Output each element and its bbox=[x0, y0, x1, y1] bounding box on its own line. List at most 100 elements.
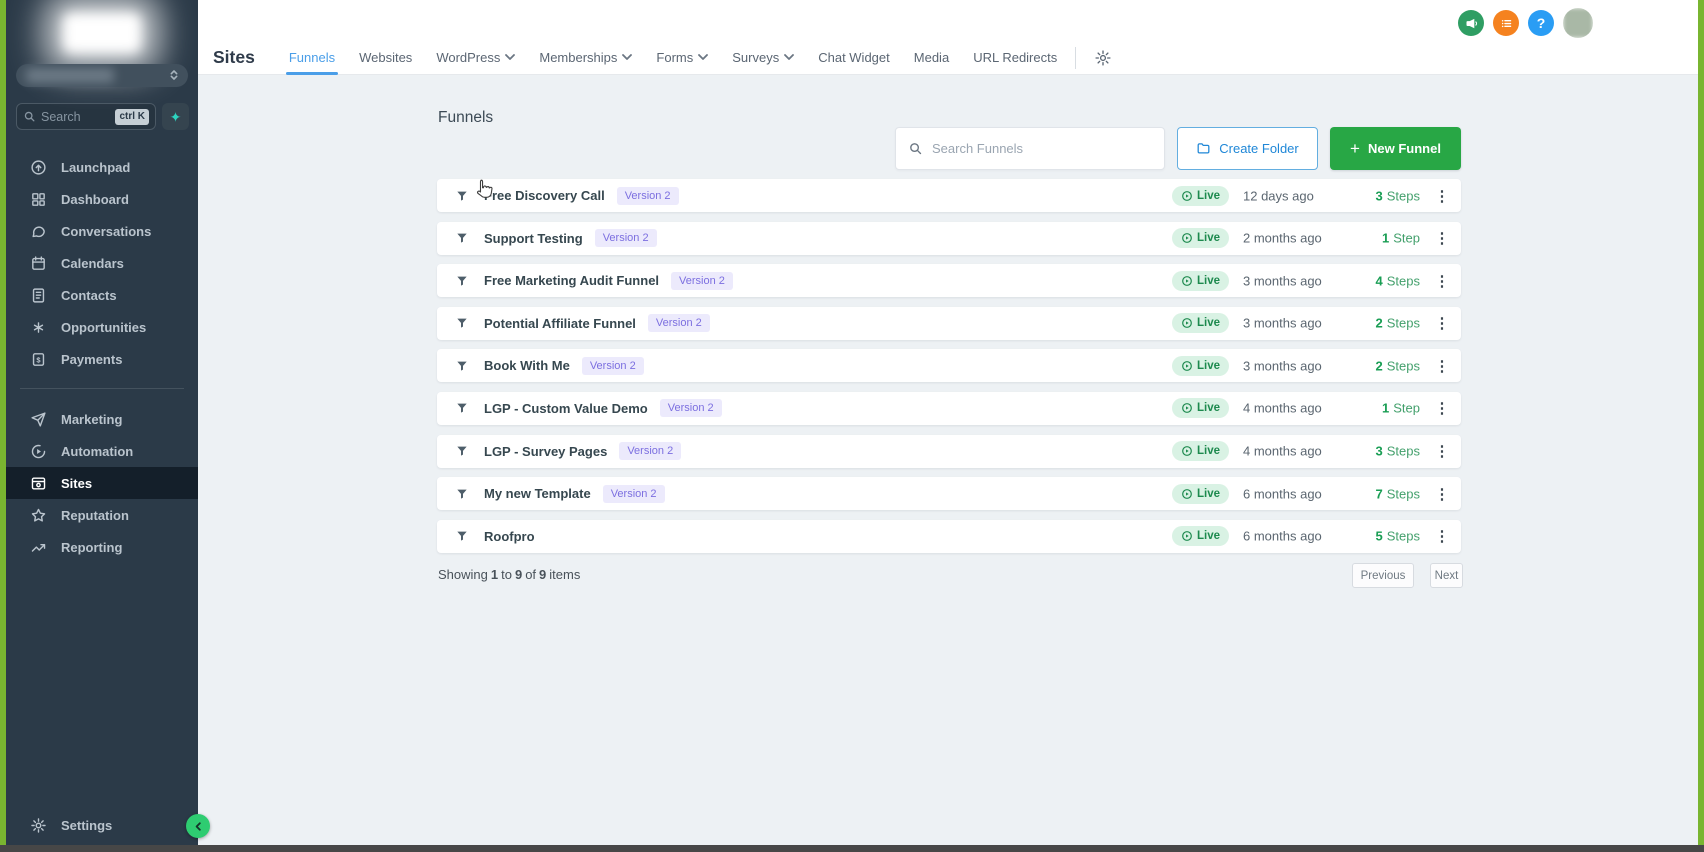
previous-page-button[interactable]: Previous bbox=[1352, 563, 1414, 588]
sidebar-item-opportunities[interactable]: Opportunities bbox=[6, 311, 198, 343]
tab-funnels[interactable]: Funnels bbox=[285, 40, 339, 75]
tab-memberships[interactable]: Memberships bbox=[539, 40, 633, 75]
row-menu-button[interactable]: ⋮ bbox=[1434, 357, 1450, 375]
tasks-list-button[interactable] bbox=[1493, 10, 1519, 36]
tab-label: Chat Widget bbox=[818, 50, 890, 65]
funnel-row[interactable]: Roofpro Live 6 months ago 5 Steps ⋮ bbox=[437, 519, 1461, 553]
live-label: Live bbox=[1197, 189, 1221, 202]
funnel-row[interactable]: My new Template Version 2 Live 6 months … bbox=[437, 477, 1461, 511]
sparkle-icon: ✦ bbox=[169, 108, 182, 125]
funnel-row[interactable]: Book With Me Version 2 Live 3 months ago… bbox=[437, 349, 1461, 383]
sidebar-item-label: Marketing bbox=[61, 411, 123, 427]
funnel-name[interactable]: My new Template bbox=[484, 486, 591, 501]
funnel-filter-icon bbox=[455, 401, 469, 415]
steps-count[interactable]: 1 Step bbox=[1317, 231, 1420, 246]
sidebar-item-automation[interactable]: Automation bbox=[6, 435, 198, 467]
live-label: Live bbox=[1197, 402, 1221, 415]
sidebar-item-label: Calendars bbox=[61, 255, 124, 271]
sidebar-item-dashboard[interactable]: Dashboard bbox=[6, 183, 198, 215]
funnel-name[interactable]: Support Testing bbox=[484, 231, 583, 246]
funnel-row[interactable]: Support Testing Version 2 Live 2 months … bbox=[437, 221, 1461, 255]
row-menu-button[interactable]: ⋮ bbox=[1434, 399, 1450, 417]
sidebar-item-sites[interactable]: Sites bbox=[6, 467, 198, 499]
announcements-button[interactable] bbox=[1458, 10, 1484, 36]
sidebar-item-reputation[interactable]: Reputation bbox=[6, 499, 198, 531]
tab-websites[interactable]: Websites bbox=[359, 40, 412, 75]
funnel-name[interactable]: Book With Me bbox=[484, 358, 570, 373]
row-menu-button[interactable]: ⋮ bbox=[1434, 485, 1450, 503]
steps-count[interactable]: 3 Steps bbox=[1317, 188, 1420, 203]
tab-label: Funnels bbox=[288, 50, 336, 65]
steps-count[interactable]: 5 Steps bbox=[1317, 529, 1420, 544]
tab-chat-widget[interactable]: Chat Widget bbox=[818, 40, 890, 75]
sidebar-item-contacts[interactable]: Contacts bbox=[6, 279, 198, 311]
steps-count[interactable]: 1 Step bbox=[1317, 401, 1420, 416]
updated-date: 6 months ago bbox=[1243, 528, 1322, 544]
row-menu-button[interactable]: ⋮ bbox=[1434, 527, 1450, 545]
sidebar-item-launchpad[interactable]: Launchpad bbox=[6, 151, 198, 183]
search-funnels-input[interactable] bbox=[932, 141, 1152, 156]
funnel-row[interactable]: Potential Affiliate Funnel Version 2 Liv… bbox=[437, 306, 1461, 340]
steps-count[interactable]: 4 Steps bbox=[1317, 273, 1420, 288]
tab-forms[interactable]: Forms bbox=[656, 40, 709, 75]
funnel-name[interactable]: Free Marketing Audit Funnel bbox=[484, 273, 659, 288]
next-page-button[interactable]: Next bbox=[1430, 563, 1463, 588]
sidebar-search-input[interactable] bbox=[41, 109, 111, 124]
opportunities-icon bbox=[33, 321, 44, 333]
funnel-row[interactable]: LGP - Survey Pages Version 2 Live 4 mont… bbox=[437, 434, 1461, 468]
funnel-name[interactable]: Potential Affiliate Funnel bbox=[484, 316, 636, 331]
sidebar-item-settings[interactable]: Settings bbox=[6, 810, 198, 840]
row-menu-button[interactable]: ⋮ bbox=[1434, 229, 1450, 247]
search-funnels-box[interactable] bbox=[895, 127, 1165, 170]
question-mark-icon: ? bbox=[1536, 15, 1546, 31]
create-folder-button[interactable]: Create Folder bbox=[1177, 127, 1318, 170]
create-folder-label: Create Folder bbox=[1219, 141, 1299, 156]
tab-media[interactable]: Media bbox=[914, 40, 949, 75]
steps-count[interactable]: 7 Steps bbox=[1317, 486, 1420, 501]
tab-label: Memberships bbox=[539, 50, 618, 65]
sidebar-collapse-button[interactable] bbox=[186, 814, 210, 838]
funnel-name[interactable]: Free Discovery Call bbox=[484, 188, 605, 203]
tab-wordpress[interactable]: WordPress bbox=[436, 40, 516, 75]
live-label: Live bbox=[1197, 445, 1221, 458]
play-circle-icon bbox=[1182, 275, 1192, 286]
sidebar-item-calendars[interactable]: Calendars bbox=[6, 247, 198, 279]
updated-date: 3 months ago bbox=[1243, 315, 1322, 331]
sidebar-item-payments[interactable]: $ Payments bbox=[6, 343, 198, 375]
steps-count[interactable]: 3 Steps bbox=[1317, 444, 1420, 459]
tab-url-redirects[interactable]: URL Redirects bbox=[973, 40, 1057, 75]
steps-count[interactable]: 2 Steps bbox=[1317, 316, 1420, 331]
row-menu-button[interactable]: ⋮ bbox=[1434, 187, 1450, 205]
funnel-row[interactable]: LGP - Custom Value Demo Version 2 Live 4… bbox=[437, 391, 1461, 425]
steps-count[interactable]: 2 Steps bbox=[1317, 358, 1420, 373]
sidebar-item-conversations[interactable]: Conversations bbox=[6, 215, 198, 247]
funnel-name[interactable]: Roofpro bbox=[484, 529, 535, 544]
user-avatar[interactable] bbox=[1563, 8, 1593, 38]
sites-settings-button[interactable] bbox=[1094, 49, 1112, 67]
live-status-badge: Live bbox=[1172, 483, 1230, 504]
row-menu-button[interactable]: ⋮ bbox=[1434, 314, 1450, 332]
new-funnel-label: New Funnel bbox=[1367, 141, 1441, 156]
sidebar-search[interactable]: ctrl K bbox=[16, 103, 156, 130]
funnel-row[interactable]: Free Discovery Call Version 2 Live 12 da… bbox=[437, 179, 1461, 212]
ai-assistant-button[interactable]: ✦ bbox=[162, 103, 189, 130]
row-menu-button[interactable]: ⋮ bbox=[1434, 442, 1450, 460]
help-button[interactable]: ? bbox=[1528, 10, 1554, 36]
row-menu-button[interactable]: ⋮ bbox=[1434, 272, 1450, 290]
steps-label: Steps bbox=[1386, 273, 1420, 289]
sidebar-item-marketing[interactable]: Marketing bbox=[6, 403, 198, 435]
funnel-name[interactable]: LGP - Custom Value Demo bbox=[484, 401, 648, 416]
marketing-icon bbox=[31, 411, 46, 427]
funnel-row[interactable]: Free Marketing Audit Funnel Version 2 Li… bbox=[437, 264, 1461, 298]
sidebar-item-reporting[interactable]: Reporting bbox=[6, 531, 198, 563]
tab-surveys[interactable]: Surveys bbox=[732, 40, 795, 75]
sidebar-item-label: Contacts bbox=[61, 287, 117, 303]
funnel-name[interactable]: LGP - Survey Pages bbox=[484, 444, 607, 459]
conversations-icon bbox=[32, 225, 45, 237]
funnel-filter-icon bbox=[455, 359, 469, 373]
launchpad-icon bbox=[31, 159, 46, 175]
new-funnel-button[interactable]: + New Funnel bbox=[1330, 127, 1461, 170]
account-switcher[interactable] bbox=[16, 64, 188, 87]
sidebar-item-label: Opportunities bbox=[61, 319, 147, 335]
sidebar-item-label: Settings bbox=[61, 817, 113, 833]
